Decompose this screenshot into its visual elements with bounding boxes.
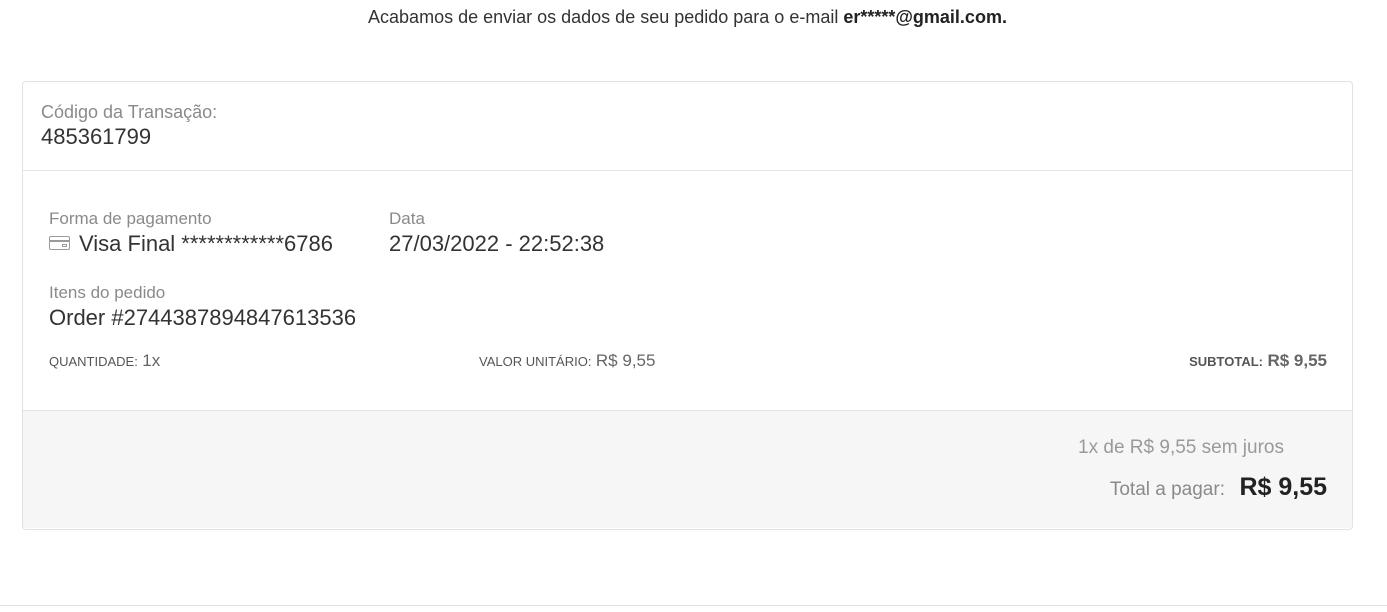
payment-method-label: Forma de pagamento (49, 209, 212, 228)
payment-method: Visa Final ************6786 (49, 231, 333, 257)
installments-info: 1x de R$ 9,55 sem juros (1078, 437, 1284, 458)
credit-card-icon (49, 236, 70, 251)
total-amount: R$ 9,55 (1239, 473, 1327, 501)
date-value: 27/03/2022 - 22:52:38 (389, 231, 605, 256)
transaction-code: 485361799 (41, 124, 152, 149)
unit-price: VALOR UNITÁRIO: R$ 9,55 (479, 351, 655, 371)
order-number: Order #2744387894847613536 (49, 305, 357, 330)
totals-section: 1x de R$ 9,55 sem juros Total a pagar: R… (23, 411, 1352, 528)
email-confirmation-notice: Acabamos de enviar os dados de seu pedid… (0, 7, 1375, 28)
quantity: QUANTIDADE: 1x (49, 351, 160, 371)
subtotal-label: SUBTOTAL: (1189, 354, 1263, 369)
payment-method-value: Visa Final ************6786 (79, 231, 333, 256)
subtotal: SUBTOTAL: R$ 9,55 (1189, 351, 1327, 371)
notice-email: er*****@gmail.com. (843, 7, 1007, 27)
order-summary-card: Código da Transação: 485361799 Forma de … (22, 81, 1353, 530)
notice-text: Acabamos de enviar os dados de seu pedid… (368, 7, 844, 27)
transaction-code-label: Código da Transação: (41, 102, 218, 122)
order-details-section: Forma de pagamento Visa Final **********… (23, 171, 1352, 411)
quantity-label: QUANTIDADE: (49, 354, 138, 369)
quantity-value: 1x (142, 351, 161, 370)
unit-price-label: VALOR UNITÁRIO: (479, 354, 592, 369)
footer-divider (0, 605, 1387, 606)
total-label: Total a pagar: (1109, 479, 1225, 500)
date-label: Data (389, 209, 425, 228)
total-row: Total a pagar: R$ 9,55 (1110, 473, 1327, 502)
transaction-section: Código da Transação: 485361799 (23, 82, 1352, 171)
unit-price-value: R$ 9,55 (595, 351, 656, 370)
subtotal-value: R$ 9,55 (1267, 351, 1327, 370)
order-items-label: Itens do pedido (49, 283, 166, 302)
